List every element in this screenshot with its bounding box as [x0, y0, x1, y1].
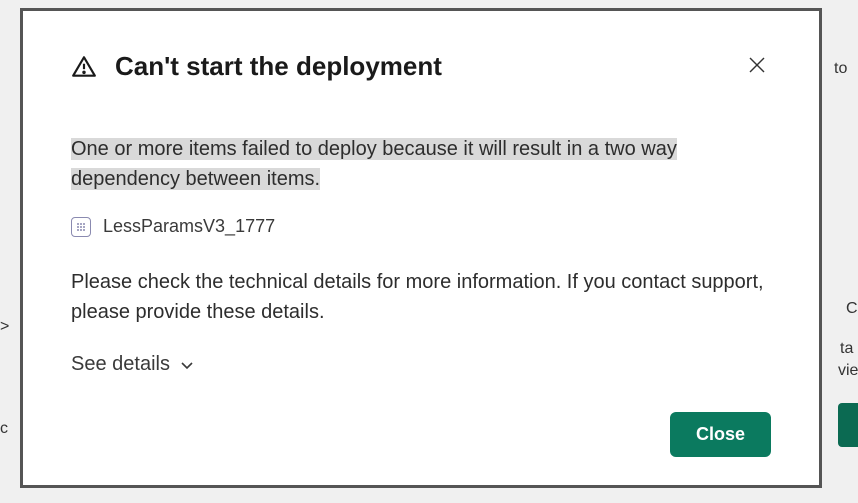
error-message-highlight-2: dependency between items.	[71, 168, 320, 190]
close-button[interactable]: Close	[670, 412, 771, 457]
bg-button-fragment	[838, 403, 858, 447]
error-dialog: Can't start the deployment One or more i…	[20, 8, 822, 488]
dataset-icon	[71, 217, 91, 237]
close-icon-button[interactable]	[743, 53, 771, 81]
error-message-highlight-1: One or more items failed to deploy becau…	[71, 138, 677, 160]
dialog-title: Can't start the deployment	[115, 51, 442, 82]
bg-fragment: ta	[840, 340, 858, 358]
warning-icon	[71, 54, 97, 80]
bg-fragment: to	[834, 60, 858, 78]
dialog-body: One or more items failed to deploy becau…	[71, 134, 771, 392]
failed-item-row: LessParamsV3_1777	[71, 216, 771, 237]
error-message: One or more items failed to deploy becau…	[71, 134, 771, 194]
bg-fragment: c	[0, 420, 10, 438]
see-details-toggle[interactable]: See details	[71, 353, 194, 376]
title-wrap: Can't start the deployment	[71, 51, 442, 82]
dialog-header: Can't start the deployment	[71, 51, 771, 82]
instruction-text: Please check the technical details for m…	[71, 267, 771, 327]
see-details-label: See details	[71, 353, 170, 376]
close-icon	[747, 55, 767, 78]
bg-fragment: >	[0, 318, 10, 336]
failed-item-name: LessParamsV3_1777	[103, 216, 275, 237]
bg-fragment: C	[846, 300, 858, 318]
bg-fragment: vie	[838, 362, 858, 380]
chevron-down-icon	[180, 358, 194, 372]
dialog-footer: Close	[71, 412, 771, 457]
